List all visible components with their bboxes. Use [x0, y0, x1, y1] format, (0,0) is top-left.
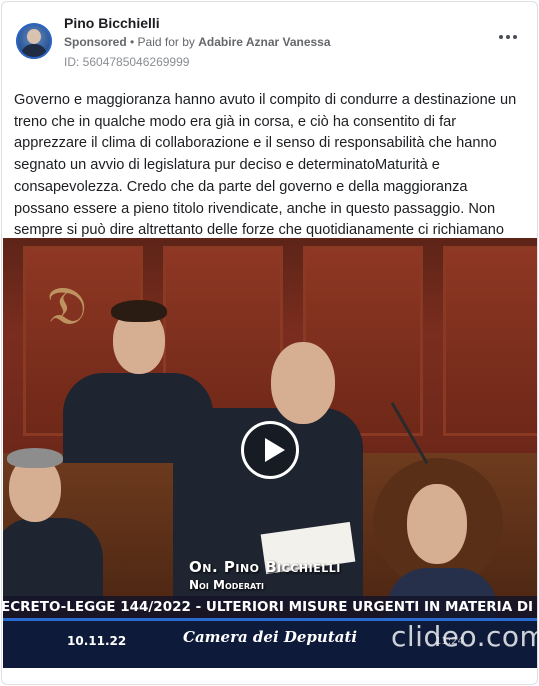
broadcast-channel: Camera dei Deputati	[183, 628, 358, 646]
more-dot	[513, 35, 517, 39]
avatar[interactable]	[16, 23, 52, 59]
ad-header: Pino Bicchielli Sponsored • Paid for by …	[2, 2, 537, 82]
meta-separator: •	[126, 35, 138, 49]
ad-id: ID: 5604785046269999	[64, 55, 190, 69]
more-dot	[506, 35, 510, 39]
speaker-name-caption: On. Pino Bicchielli	[189, 558, 341, 576]
timecode: 11:24	[435, 636, 464, 647]
more-dot	[499, 35, 503, 39]
watermark: clideo.com	[391, 620, 538, 653]
news-ticker: ECRETO-LEGGE 144/2022 - ULTERIORI MISURE…	[3, 596, 537, 618]
video-wall-panel	[443, 246, 537, 436]
more-options-icon[interactable]	[499, 30, 519, 44]
ad-card: Pino Bicchielli Sponsored • Paid for by …	[1, 1, 538, 685]
paid-for-name: Adabire Aznar Vanessa	[198, 35, 331, 49]
avatar-ring	[16, 23, 52, 59]
play-icon[interactable]	[241, 421, 299, 479]
page-name[interactable]: Pino Bicchielli	[64, 15, 160, 31]
chamber-logo-icon: 𝔇	[47, 274, 88, 337]
ad-meta: Sponsored • Paid for by Adabire Aznar Va…	[64, 35, 331, 49]
ticker-text: ECRETO-LEGGE 144/2022 - ULTERIORI MISURE…	[3, 599, 534, 615]
video-bottom-strip	[3, 658, 537, 668]
paid-for-prefix: Paid for by	[137, 35, 199, 49]
video-player[interactable]: 𝔇 On. Pino Bicchielli Noi Moderati ECRET…	[3, 238, 538, 668]
broadcast-date: 10.11.22	[67, 634, 127, 648]
speaker-party-caption: Noi Moderati	[189, 578, 265, 592]
sponsored-label: Sponsored	[64, 35, 127, 49]
